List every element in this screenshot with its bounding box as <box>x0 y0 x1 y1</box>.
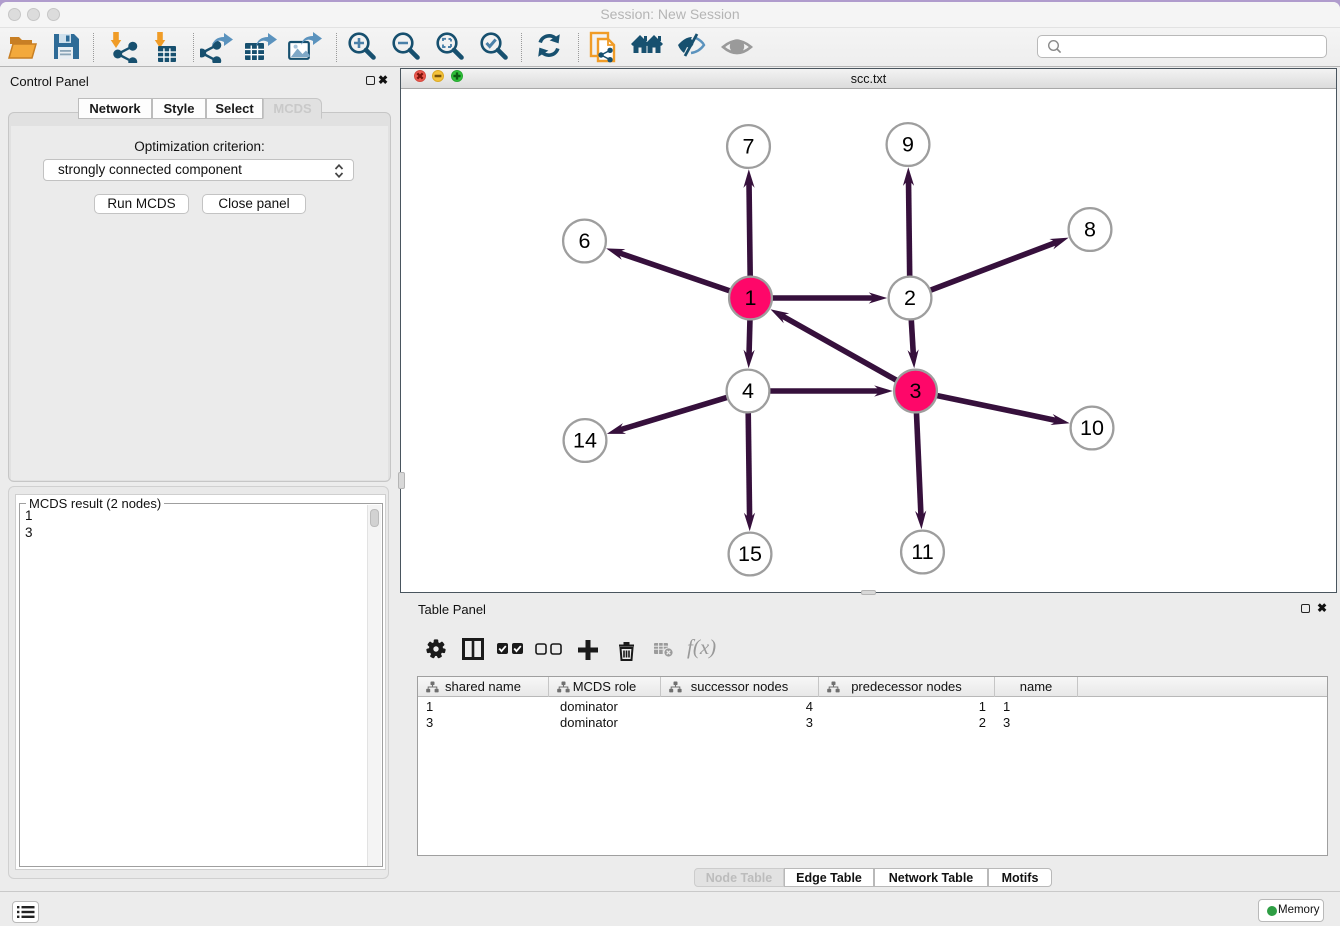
svg-text:3: 3 <box>910 379 922 403</box>
svg-text:14: 14 <box>573 429 597 453</box>
svg-text:10: 10 <box>1080 416 1104 440</box>
svg-text:1: 1 <box>745 286 757 310</box>
svg-text:6: 6 <box>579 229 591 253</box>
svg-text:9: 9 <box>902 133 914 157</box>
svg-text:11: 11 <box>911 540 933 564</box>
svg-text:8: 8 <box>1084 218 1096 242</box>
svg-text:7: 7 <box>743 135 755 159</box>
svg-text:2: 2 <box>904 286 916 310</box>
svg-text:15: 15 <box>738 542 762 566</box>
svg-text:4: 4 <box>742 379 754 403</box>
